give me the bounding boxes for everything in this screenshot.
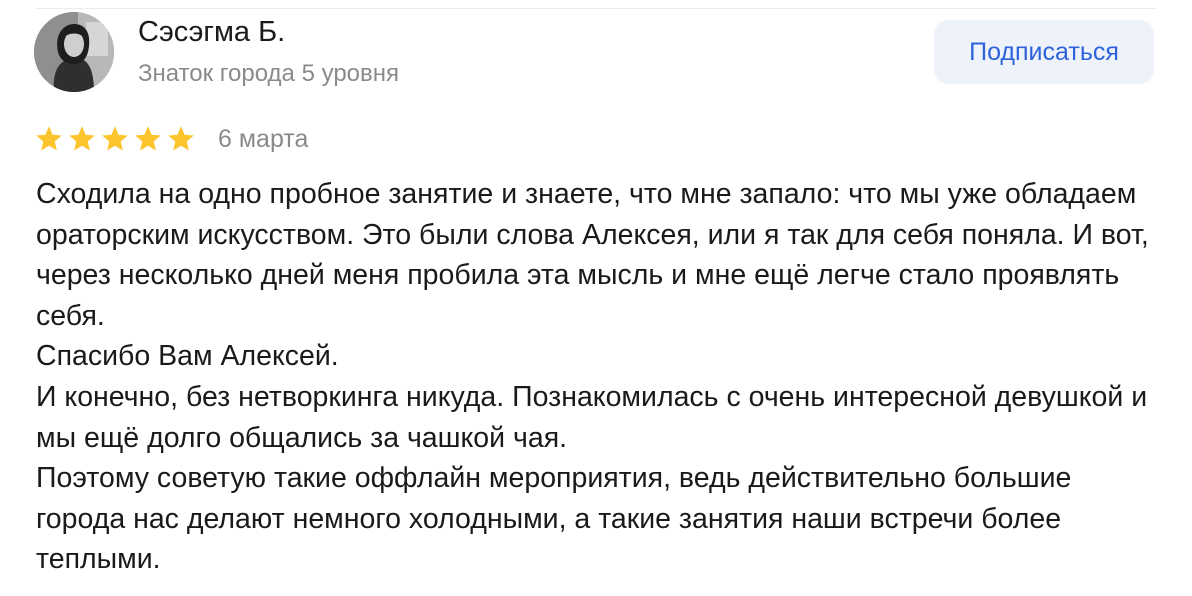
star-icon	[102, 126, 128, 151]
subscribe-button[interactable]: Подписаться	[934, 20, 1154, 84]
author-name[interactable]: Сэсэгма Б.	[138, 16, 285, 49]
rating-stars	[34, 124, 196, 154]
review-paragraph: Спасибо Вам Алексей.	[36, 340, 339, 373]
review-paragraph: Сходила на одно пробное занятие и знаете…	[36, 178, 1149, 332]
star-icon	[69, 126, 95, 151]
star-icon	[168, 126, 194, 151]
author-level: Знаток города 5 уровня	[138, 60, 400, 87]
star-icon	[36, 126, 62, 151]
star-icon	[135, 126, 161, 151]
top-divider	[36, 8, 1156, 9]
user-photo-avatar-icon	[34, 12, 114, 92]
avatar[interactable]	[34, 12, 114, 92]
review-text: Сходила на одно пробное занятие и знаете…	[36, 174, 1161, 580]
review-date: 6 марта	[218, 125, 309, 153]
review-paragraph: И конечно, без нетворкинга никуда. Позна…	[36, 380, 1148, 454]
review-paragraph: Поэтому советую такие оффлайн мероприяти…	[36, 462, 1072, 576]
